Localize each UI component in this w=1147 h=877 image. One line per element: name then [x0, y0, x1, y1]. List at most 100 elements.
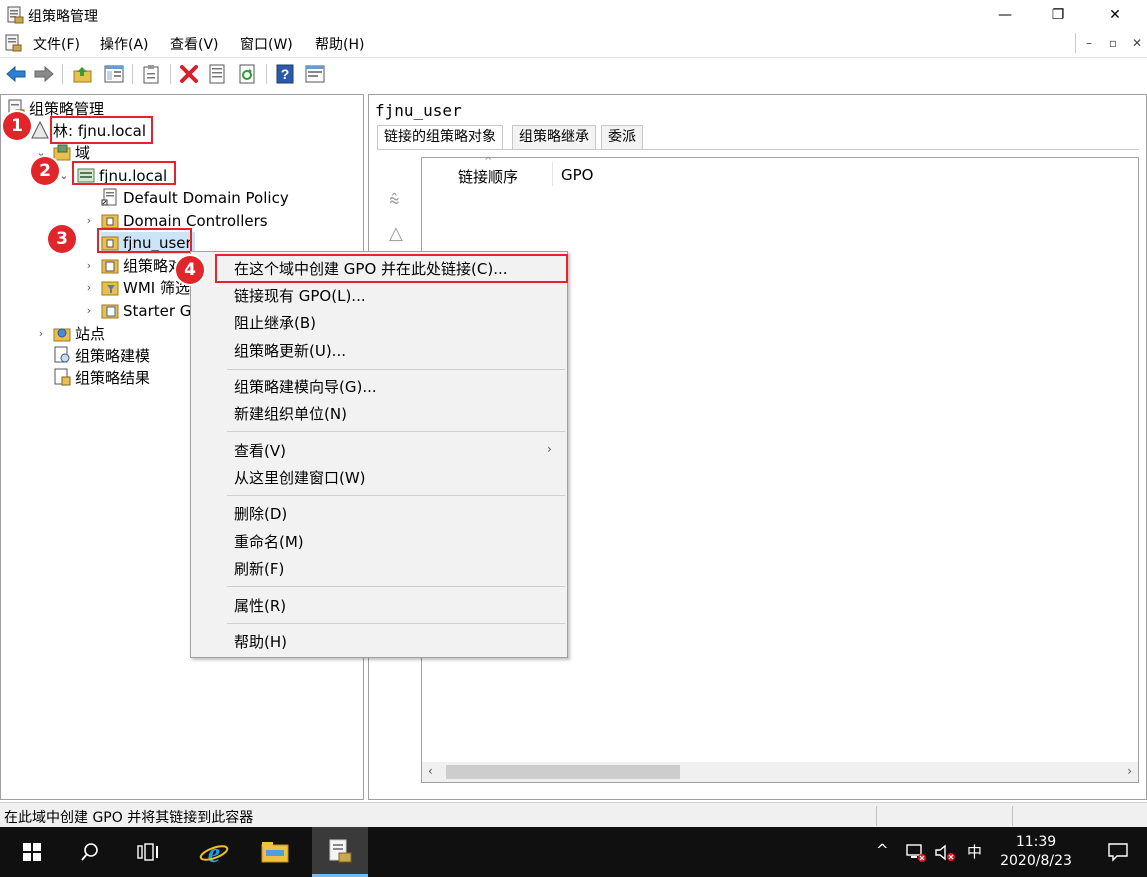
results-icon	[54, 368, 71, 386]
chevron-down-icon[interactable]: ⌄	[58, 165, 70, 187]
menu-item-gp-update[interactable]: 组策略更新(U)...	[234, 339, 346, 363]
tray-chevron-icon[interactable]: ^	[876, 841, 889, 859]
menu-item-help[interactable]: 帮助(H)	[234, 630, 287, 654]
gpmc-app-icon	[7, 6, 24, 24]
scroll-thumb[interactable]	[446, 765, 680, 779]
clock-time: 11:39	[1015, 834, 1057, 850]
menu-help[interactable]: 帮助(H)	[315, 34, 364, 54]
modeling-icon	[54, 346, 70, 363]
sites-icon	[53, 328, 71, 342]
horizontal-scrollbar[interactable]: ‹ ›	[422, 762, 1138, 782]
toolbar-separator	[170, 64, 171, 84]
scroll-left-icon[interactable]: ‹	[428, 764, 433, 778]
mdi-close-button[interactable]: ✕	[1126, 33, 1147, 53]
menu-item-view[interactable]: 查看(V)	[234, 439, 286, 463]
column-separator[interactable]	[552, 162, 553, 186]
internet-explorer-icon[interactable]: e	[186, 827, 242, 877]
chevron-right-icon[interactable]: ›	[83, 255, 95, 277]
menu-item-new-ou[interactable]: 新建组织单位(N)	[234, 402, 347, 426]
move-up-icon[interactable]: △	[389, 223, 403, 244]
clipboard-icon[interactable]	[140, 63, 162, 85]
menu-item-properties[interactable]: 属性(R)	[234, 594, 286, 618]
network-disconnected-icon[interactable]	[905, 843, 927, 867]
search-icon[interactable]	[62, 827, 118, 877]
menu-window[interactable]: 窗口(W)	[240, 34, 293, 54]
tree-domains-label: 域	[75, 144, 91, 162]
chevron-right-icon[interactable]: ›	[83, 210, 95, 232]
annotation-badge-2: 2	[31, 157, 59, 185]
tree-wmi-filters[interactable]: WMI 筛选	[101, 277, 190, 299]
mdi-divider	[1075, 33, 1076, 53]
ou-folder-icon	[101, 214, 119, 229]
tree-gpo-objects-label: 组策略对	[123, 257, 184, 275]
console-icon[interactable]	[304, 63, 326, 85]
column-gpo[interactable]: GPO	[561, 166, 593, 184]
menu-action[interactable]: 操作(A)	[100, 34, 149, 54]
volume-muted-icon[interactable]	[934, 843, 956, 867]
refresh-icon[interactable]	[236, 63, 258, 85]
svg-text:e: e	[208, 838, 220, 866]
move-top-icon[interactable]: ⩯	[389, 190, 400, 211]
help-icon[interactable]: ?	[274, 63, 296, 85]
tree-sites[interactable]: 站点	[53, 323, 105, 345]
forest-icon	[31, 121, 49, 139]
mdi-restore-button[interactable]: ▫	[1102, 33, 1124, 53]
menu-file[interactable]: 文件(F)	[33, 34, 80, 54]
annotation-badge-3: 3	[48, 225, 76, 253]
tree-wmi-filters-label: WMI 筛选	[123, 279, 190, 297]
back-arrow-icon[interactable]	[5, 63, 27, 85]
annotation-badge-1: 1	[3, 112, 31, 140]
status-separator	[876, 806, 877, 826]
tree-default-domain-policy[interactable]: Default Domain Policy	[101, 187, 289, 209]
mdi-minimize-button[interactable]: –	[1078, 33, 1100, 53]
restore-button[interactable]: ❐	[1035, 0, 1081, 30]
forward-arrow-icon[interactable]	[33, 63, 55, 85]
chevron-right-icon[interactable]: ›	[83, 277, 95, 299]
gpmc-taskbar-icon[interactable]	[312, 827, 368, 877]
chevron-right-icon[interactable]: ›	[83, 300, 95, 322]
tree-gpo-objects[interactable]: 组策略对	[101, 255, 183, 277]
tree-gp-results-label: 组策略结果	[75, 369, 151, 387]
file-explorer-icon[interactable]	[247, 827, 303, 877]
taskbar-clock[interactable]: 11:39 2020/8/23	[986, 833, 1086, 871]
column-link-order[interactable]: 链接顺序	[458, 166, 518, 187]
tree-gp-results[interactable]: 组策略结果	[53, 367, 150, 389]
menu-item-refresh[interactable]: 刷新(F)	[234, 557, 284, 581]
properties-icon[interactable]	[206, 63, 228, 85]
tree-default-domain-policy-label: Default Domain Policy	[123, 189, 289, 207]
title-bar: 组策略管理 — ❐ ✕	[0, 0, 1147, 30]
windows-start-icon[interactable]	[4, 827, 60, 877]
delete-icon[interactable]	[178, 63, 200, 85]
tree-gp-modeling-label: 组策略建模	[75, 347, 151, 365]
task-view-icon[interactable]	[120, 827, 176, 877]
tab-linked-gpos[interactable]: 链接的组策略对象	[377, 125, 503, 150]
menu-item-link-existing-gpo[interactable]: 链接现有 GPO(L)...	[234, 284, 366, 308]
menu-item-new-window[interactable]: 从这里创建窗口(W)	[234, 466, 366, 490]
tree-gp-modeling[interactable]: 组策略建模	[53, 345, 150, 367]
scroll-right-icon[interactable]: ›	[1127, 764, 1132, 778]
menu-item-delete[interactable]: 删除(D)	[234, 502, 287, 526]
system-menu-icon[interactable]	[4, 34, 22, 52]
menu-view[interactable]: 查看(V)	[170, 34, 219, 54]
context-menu: 在这个域中创建 GPO 并在此处链接(C)... 链接现有 GPO(L)... …	[190, 251, 568, 658]
menu-item-rename[interactable]: 重命名(M)	[234, 530, 304, 554]
menu-item-block-inheritance[interactable]: 阻止继承(B)	[234, 311, 316, 335]
show-hide-tree-icon[interactable]	[103, 63, 125, 85]
close-button[interactable]: ✕	[1092, 0, 1138, 30]
gpo-link-icon	[101, 188, 117, 206]
menu-separator	[227, 586, 565, 587]
tab-gp-inheritance[interactable]: 组策略继承	[512, 125, 596, 149]
input-method-indicator[interactable]: 中	[967, 841, 982, 862]
tree-starter-gpos[interactable]: Starter GI	[101, 300, 196, 322]
minimize-button[interactable]: —	[982, 0, 1028, 30]
chevron-right-icon[interactable]: ›	[35, 323, 47, 345]
menu-separator	[227, 369, 565, 370]
domains-folder-icon	[53, 144, 71, 161]
svg-text:?: ?	[281, 66, 290, 82]
menu-item-modeling-wizard[interactable]: 组策略建模向导(G)...	[234, 375, 377, 399]
toolbar: ?	[0, 57, 1147, 91]
up-folder-icon[interactable]	[72, 63, 94, 85]
notification-center-icon[interactable]	[1090, 827, 1146, 877]
tab-delegation[interactable]: 委派	[601, 125, 643, 149]
wmi-filter-folder-icon	[101, 281, 119, 296]
